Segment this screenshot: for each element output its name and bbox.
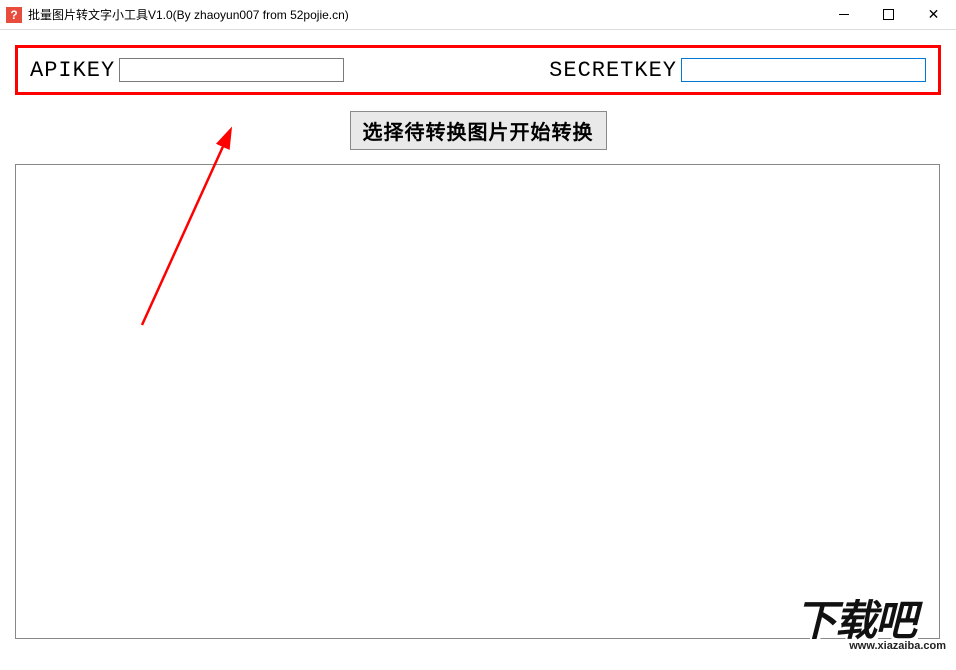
- api-keys-panel: APIKEY SECRETKEY: [15, 45, 941, 95]
- select-and-convert-button[interactable]: 选择待转换图片开始转换: [350, 111, 607, 150]
- minimize-button[interactable]: [821, 0, 866, 29]
- secretkey-group: SECRETKEY: [549, 58, 926, 83]
- maximize-button[interactable]: [866, 0, 911, 29]
- secretkey-input[interactable]: [681, 58, 926, 82]
- apikey-group: APIKEY: [30, 58, 344, 83]
- action-row: 选择待转换图片开始转换: [15, 111, 941, 150]
- titlebar: ? 批量图片转文字小工具V1.0(By zhaoyun007 from 52po…: [0, 0, 956, 30]
- content-area: APIKEY SECRETKEY 选择待转换图片开始转换: [0, 30, 956, 649]
- apikey-input[interactable]: [119, 58, 344, 82]
- window-controls: [821, 0, 956, 29]
- window-title: 批量图片转文字小工具V1.0(By zhaoyun007 from 52poji…: [28, 6, 821, 23]
- app-icon: ?: [6, 7, 22, 23]
- output-panel[interactable]: [15, 164, 940, 639]
- secretkey-label: SECRETKEY: [549, 58, 677, 83]
- close-button[interactable]: [911, 0, 956, 29]
- apikey-label: APIKEY: [30, 58, 115, 83]
